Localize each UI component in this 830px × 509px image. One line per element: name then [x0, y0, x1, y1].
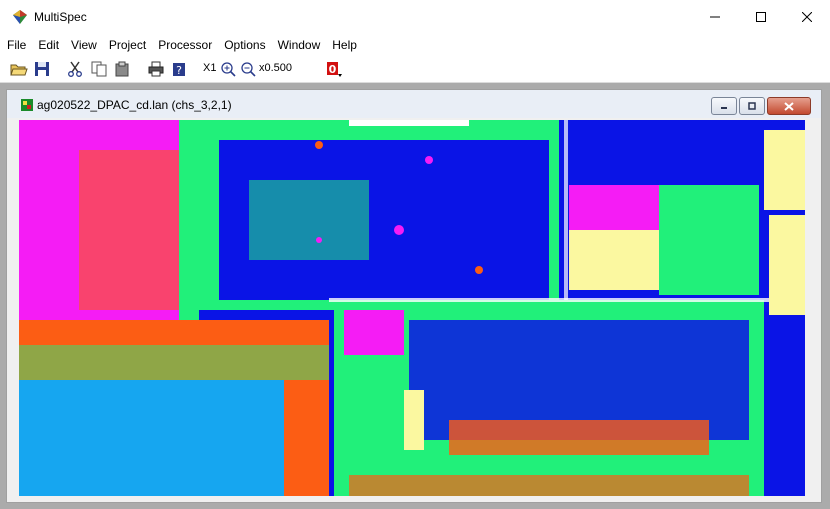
- print-icon: [148, 61, 164, 77]
- open-icon: [10, 64, 28, 76]
- paste-icon: [115, 61, 129, 77]
- save-button[interactable]: [33, 60, 51, 78]
- help-icon: ?: [173, 63, 185, 77]
- region-yellow-strip-east-lower: [769, 215, 805, 315]
- region-yellow-strip-far-east: [764, 130, 805, 210]
- overlay-button[interactable]: 0: [326, 60, 344, 78]
- classified-image[interactable]: [19, 120, 805, 496]
- mdi-client-area: ag020522_DPAC_cd.lan (chs_3,2,1): [0, 83, 830, 509]
- menu-processor[interactable]: Processor: [152, 35, 218, 55]
- image-window[interactable]: ag020522_DPAC_cd.lan (chs_3,2,1): [6, 89, 822, 503]
- road-north: [349, 120, 469, 126]
- zoom-in-icon: [221, 62, 236, 77]
- menu-edit[interactable]: Edit: [32, 35, 65, 55]
- menu-file[interactable]: File: [0, 35, 32, 55]
- spot-orange: [475, 266, 483, 274]
- region-blue-east-border: [759, 315, 805, 496]
- region-orange-south-edge: [349, 475, 749, 496]
- print-button[interactable]: [147, 60, 165, 78]
- restore-icon: [748, 102, 756, 110]
- svg-text:?: ?: [176, 64, 182, 77]
- close-button[interactable]: [784, 0, 830, 34]
- overlay-indicator: 0: [329, 63, 337, 76]
- road-vertical: [564, 120, 568, 300]
- child-restore-button[interactable]: [739, 97, 765, 115]
- region-green-field-east: [659, 185, 759, 295]
- copy-icon: [91, 61, 107, 77]
- road-central: [329, 298, 769, 302]
- spot-magenta: [394, 225, 404, 235]
- cut-icon: [68, 61, 82, 77]
- spot-magenta: [316, 237, 322, 243]
- maximize-icon: [756, 12, 766, 22]
- zoom-out-icon: [241, 62, 256, 77]
- region-green-southwest: [19, 345, 329, 380]
- save-icon: [35, 62, 49, 76]
- spot-orange: [315, 141, 323, 149]
- spot-magenta: [425, 156, 433, 164]
- help-button[interactable]: ?: [170, 60, 188, 78]
- classified-image-canvas: [19, 120, 805, 496]
- paste-button[interactable]: [113, 60, 131, 78]
- multispec-icon: [12, 9, 28, 25]
- minimize-icon: [710, 16, 720, 18]
- open-button[interactable]: [10, 60, 28, 78]
- zoom-level: x0.500: [259, 62, 293, 74]
- close-icon: [802, 12, 812, 22]
- overlay-icon: 0: [327, 62, 342, 77]
- menu-window[interactable]: Window: [272, 35, 327, 55]
- child-close-button[interactable]: [767, 97, 811, 115]
- region-cyan-block: [19, 380, 284, 496]
- close-icon: [784, 101, 794, 111]
- toolbar: ? X1 x0.500 0: [0, 56, 830, 83]
- zoom-x1-button[interactable]: X1: [203, 62, 216, 74]
- child-minimize-button[interactable]: [711, 97, 737, 115]
- menu-project[interactable]: Project: [103, 35, 152, 55]
- menu-help[interactable]: Help: [326, 35, 363, 55]
- cut-button[interactable]: [66, 60, 84, 78]
- region-green-strip-west: [179, 120, 199, 320]
- title-bar: MultiSpec: [0, 0, 830, 34]
- zoom-out-button[interactable]: [239, 60, 257, 78]
- maximize-button[interactable]: [738, 0, 784, 34]
- region-magenta-south: [344, 310, 404, 355]
- region-orange-southeast: [449, 420, 709, 460]
- region-yellow-strip-south: [404, 390, 424, 450]
- region-green-central-patch: [249, 180, 369, 260]
- menu-options[interactable]: Options: [218, 35, 271, 55]
- region-blue-northeast-field: [569, 120, 749, 180]
- minimize-button[interactable]: [692, 0, 738, 34]
- region-yellow-field-ne: [569, 230, 659, 290]
- menu-bar: File Edit View Project Processor Options…: [0, 35, 830, 55]
- minimize-icon: [721, 107, 727, 109]
- image-file-icon: [21, 99, 33, 111]
- image-window-titlebar[interactable]: ag020522_DPAC_cd.lan (chs_3,2,1): [7, 90, 821, 118]
- region-orange-south-central: [284, 380, 329, 496]
- copy-button[interactable]: [90, 60, 108, 78]
- app-title: MultiSpec: [34, 10, 87, 24]
- region-magenta-field-ne: [569, 185, 659, 230]
- image-window-title: ag020522_DPAC_cd.lan (chs_3,2,1): [37, 98, 232, 112]
- zoom-in-button[interactable]: [219, 60, 237, 78]
- menu-view[interactable]: View: [65, 35, 103, 55]
